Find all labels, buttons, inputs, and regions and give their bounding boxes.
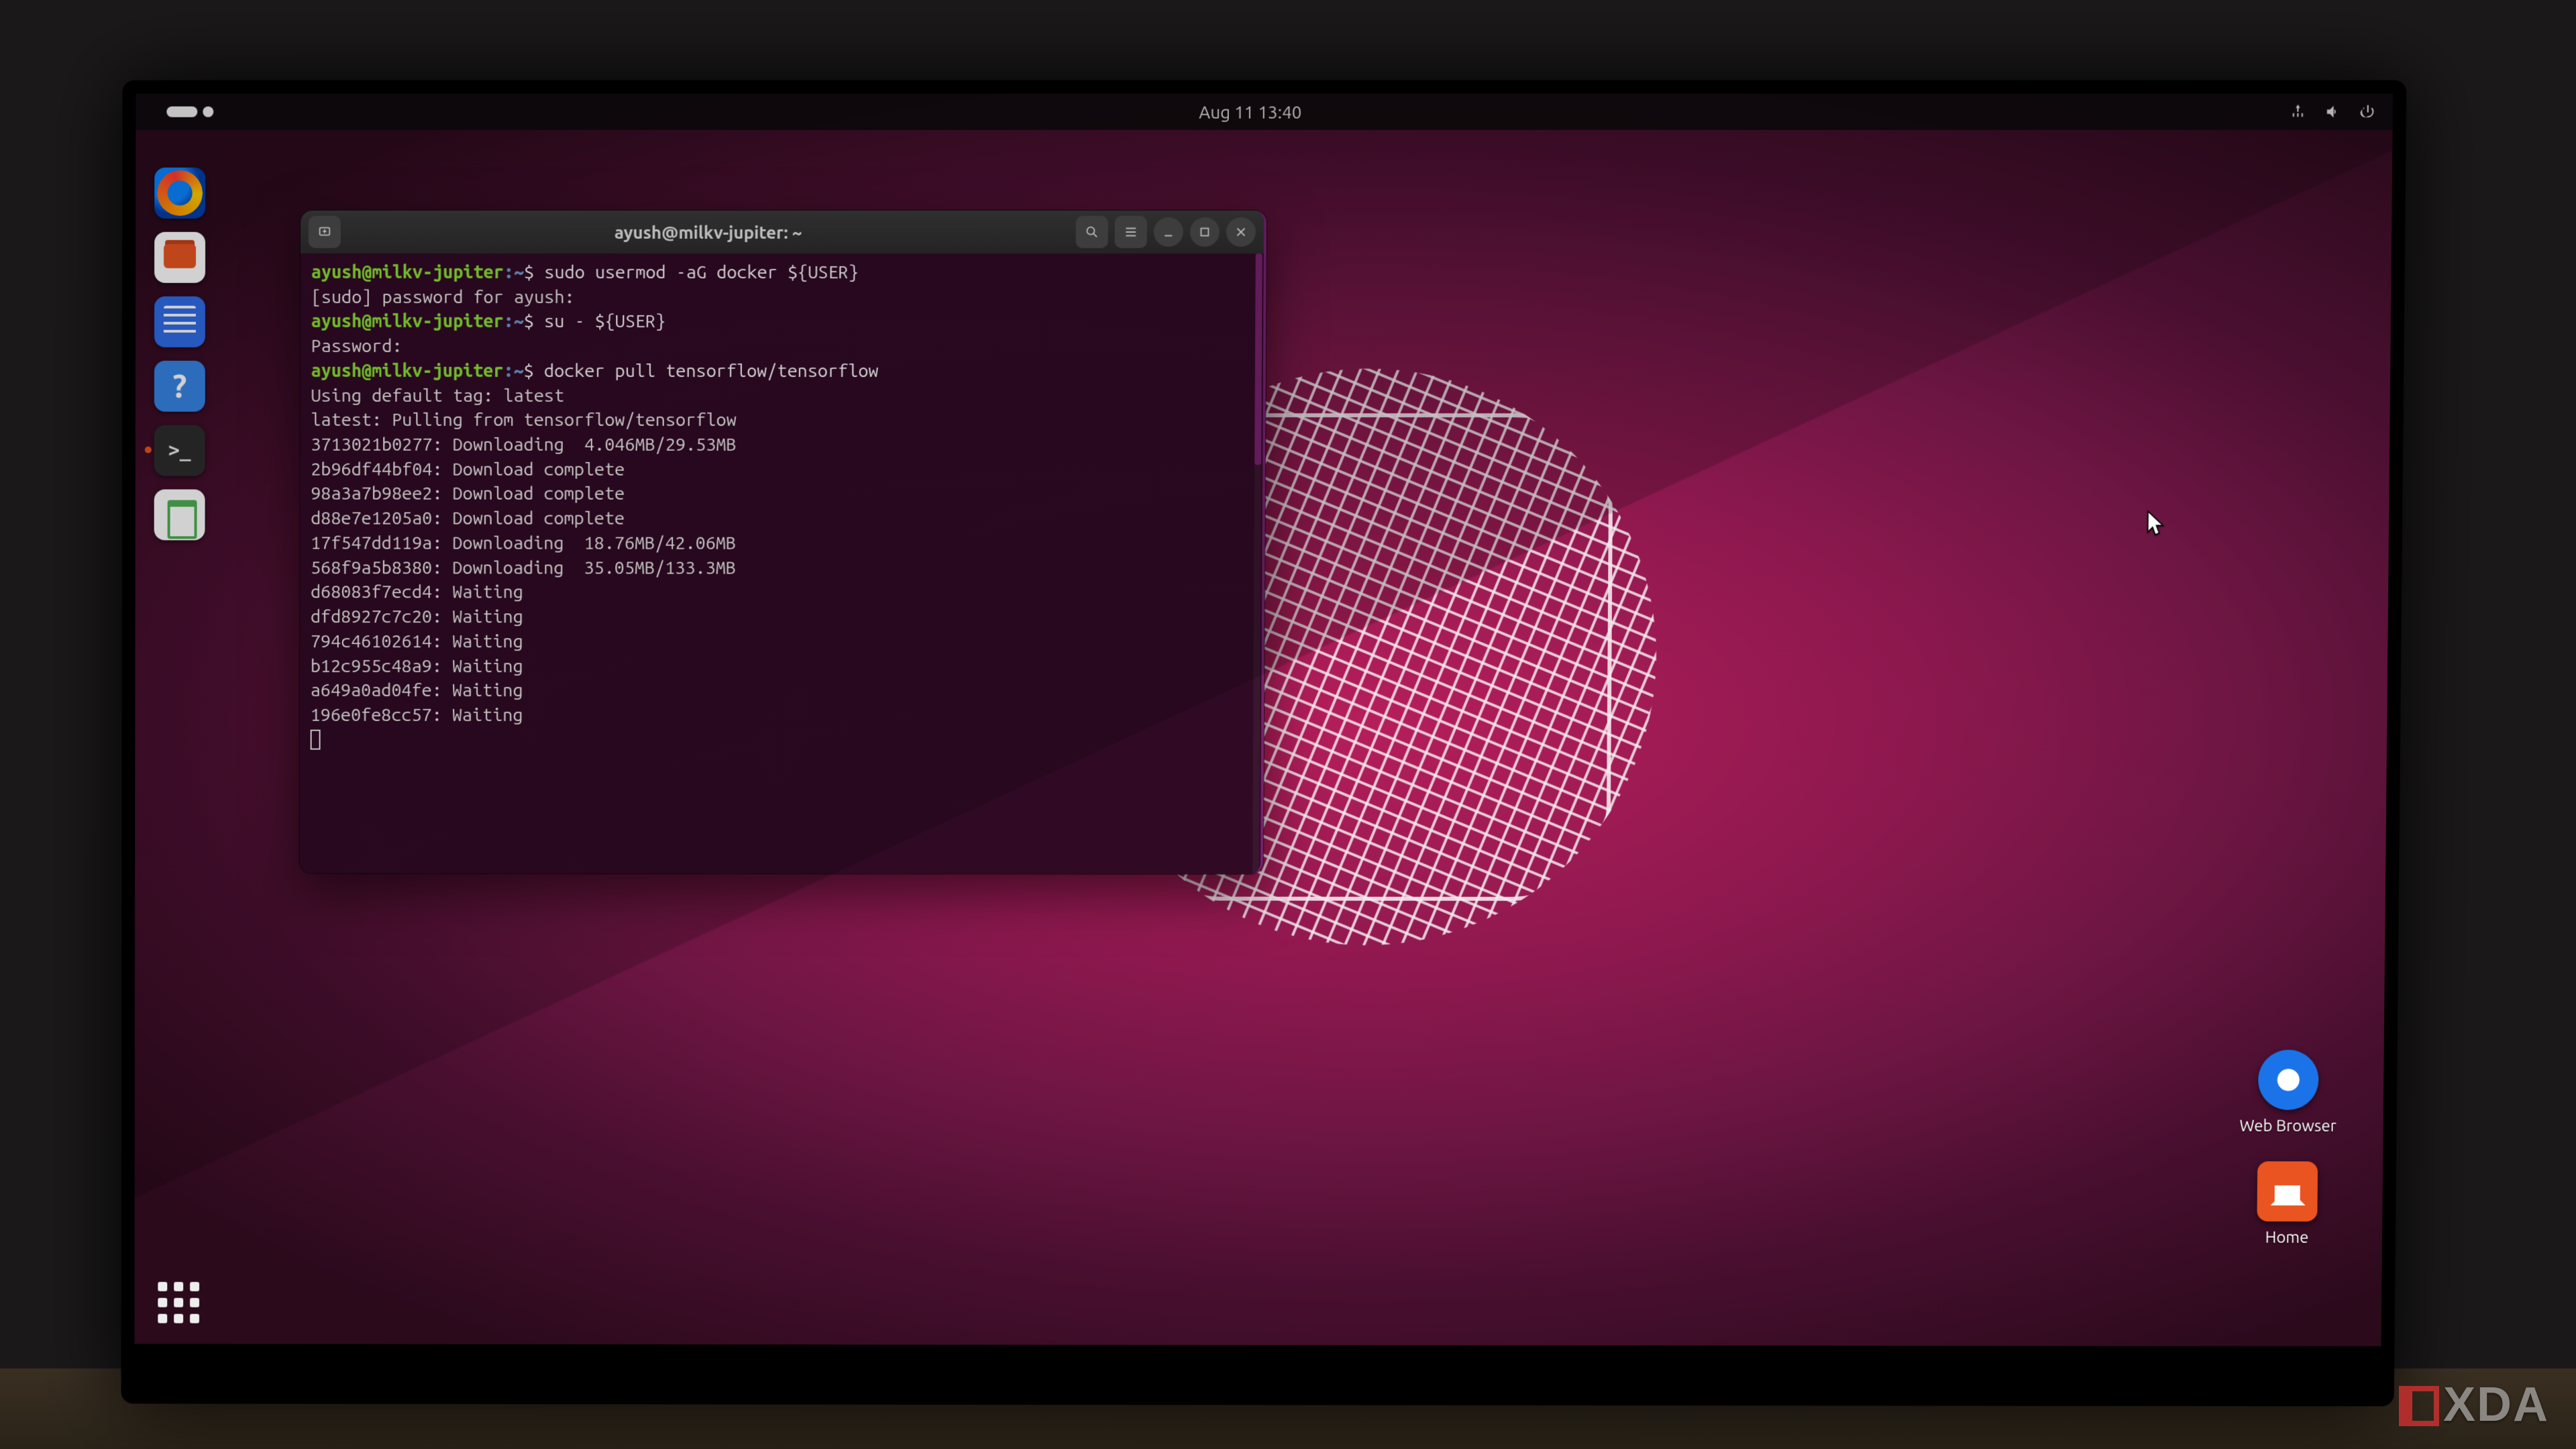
terminal-scrollbar[interactable] bbox=[1252, 254, 1263, 874]
terminal-title: ayush@milkv-jupiter: ~ bbox=[347, 222, 1069, 241]
terminal-line: [sudo] password for ayush: bbox=[311, 285, 1253, 310]
web-browser-label: Web Browser bbox=[2239, 1116, 2337, 1134]
activities-button[interactable] bbox=[166, 107, 213, 117]
terminal-line: 794c46102614: Waiting bbox=[311, 629, 1251, 654]
gnome-top-bar: Aug 11 13:40 bbox=[136, 93, 2393, 129]
chromium-icon bbox=[2258, 1050, 2319, 1110]
terminal-line: dfd8927c7c20: Waiting bbox=[311, 604, 1251, 629]
gnome-dock: ? bbox=[145, 168, 215, 541]
running-indicator-icon bbox=[145, 447, 152, 453]
search-button[interactable] bbox=[1076, 216, 1108, 248]
terminal-line: a649a0ad04fe: Waiting bbox=[311, 678, 1251, 703]
desktop-launchers: Web Browser Home bbox=[2239, 1050, 2337, 1246]
web-browser-launcher[interactable]: Web Browser bbox=[2239, 1050, 2337, 1135]
terminal-cursor bbox=[311, 729, 321, 749]
home-label: Home bbox=[2265, 1228, 2309, 1246]
volume-icon[interactable] bbox=[2324, 103, 2341, 120]
terminal-line: 196e0fe8cc57: Waiting bbox=[311, 703, 1251, 728]
power-icon[interactable] bbox=[2359, 103, 2377, 120]
terminal-line: Password: bbox=[311, 334, 1253, 359]
network-icon[interactable] bbox=[2289, 103, 2306, 120]
monitor-bezel: Aug 11 13:40 ? bbox=[121, 80, 2406, 1406]
terminal-line: Using default tag: latest bbox=[311, 383, 1252, 408]
minimize-button[interactable] bbox=[1154, 217, 1183, 247]
terminal-line: ayush@milkv-jupiter:~$ sudo usermod -aG … bbox=[311, 260, 1253, 285]
terminal-titlebar[interactable]: ayush@milkv-jupiter: ~ bbox=[301, 211, 1264, 254]
terminal-line: 98a3a7b98ee2: Download complete bbox=[311, 482, 1252, 506]
terminal-line: d68083f7ecd4: Waiting bbox=[311, 580, 1251, 605]
xda-watermark: XDA bbox=[2399, 1381, 2549, 1429]
terminal-window: ayush@milkv-jupiter: ~ bbox=[299, 211, 1267, 874]
show-applications-button[interactable] bbox=[157, 1281, 200, 1324]
terminal-cursor-line bbox=[311, 727, 1250, 756]
topbar-clock[interactable]: Aug 11 13:40 bbox=[1199, 102, 1301, 121]
files-icon[interactable] bbox=[154, 232, 205, 283]
home-folder-launcher[interactable]: Home bbox=[2257, 1161, 2318, 1246]
maximize-button[interactable] bbox=[1190, 217, 1220, 247]
help-icon[interactable]: ? bbox=[154, 361, 205, 412]
terminal-line: 2b96df44bf04: Download complete bbox=[311, 457, 1252, 482]
new-tab-button[interactable] bbox=[309, 216, 341, 248]
desktop-screen: Aug 11 13:40 ? bbox=[134, 93, 2393, 1346]
hamburger-menu-button[interactable] bbox=[1115, 216, 1147, 248]
mouse-cursor-icon bbox=[2147, 510, 2165, 537]
terminal-line: d88e7e1205a0: Download complete bbox=[311, 506, 1252, 531]
terminal-line: 568f9a5b8380: Downloading 35.05MB/133.3M… bbox=[311, 555, 1251, 580]
scrollbar-thumb[interactable] bbox=[1254, 254, 1263, 465]
terminal-line: ayush@milkv-jupiter:~$ docker pull tenso… bbox=[311, 359, 1252, 384]
home-folder-icon bbox=[2257, 1161, 2318, 1222]
terminal-line: b12c955c48a9: Waiting bbox=[311, 654, 1251, 679]
libreoffice-writer-icon[interactable] bbox=[154, 297, 205, 347]
terminal-line: latest: Pulling from tensorflow/tensorfl… bbox=[311, 408, 1252, 433]
terminal-output[interactable]: ayush@milkv-jupiter:~$ sudo usermod -aG … bbox=[299, 254, 1263, 874]
terminal-icon[interactable] bbox=[154, 425, 205, 476]
terminal-line: 17f547dd119a: Downloading 18.76MB/42.06M… bbox=[311, 531, 1251, 555]
system-tray[interactable] bbox=[2289, 103, 2377, 120]
terminal-line: 3713021b0277: Downloading 4.046MB/29.53M… bbox=[311, 433, 1252, 458]
trash-icon[interactable] bbox=[154, 489, 205, 540]
close-button[interactable] bbox=[1226, 217, 1256, 247]
terminal-line: ayush@milkv-jupiter:~$ su - ${USER} bbox=[311, 309, 1253, 334]
firefox-icon[interactable] bbox=[154, 168, 205, 219]
